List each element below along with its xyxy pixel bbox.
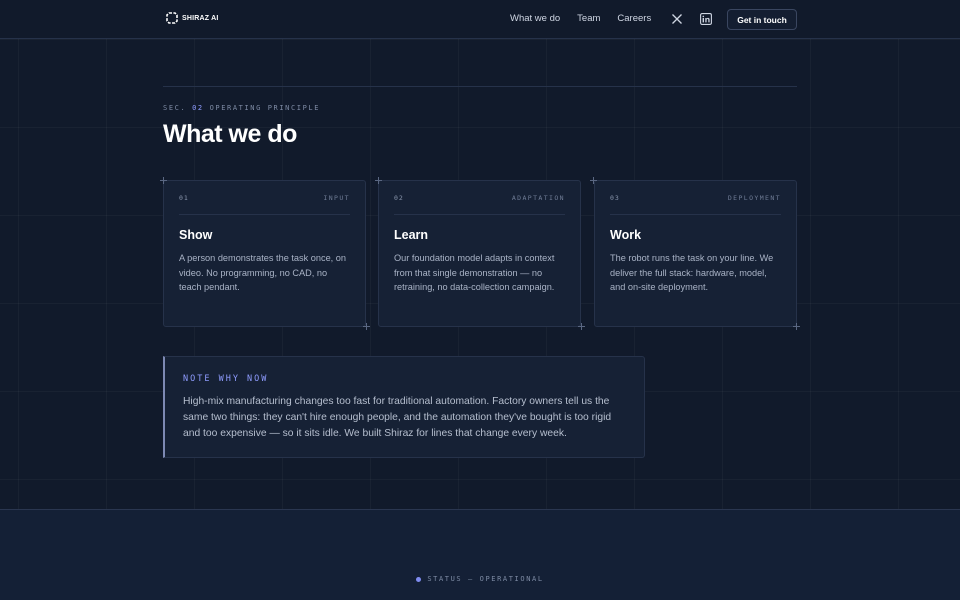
nav-item-careers[interactable]: Careers — [617, 13, 651, 24]
main-nav: What we do Team Careers — [510, 13, 651, 24]
card-body: A person demonstrates the task once, on … — [179, 253, 347, 293]
section-prefix: SEC. — [163, 104, 187, 112]
site-header: SHIRAZ AI What we do Team Careers Get in… — [0, 0, 960, 39]
step-card-learn: 02 ADAPTATION Learn Our foundation model… — [378, 180, 581, 327]
x-icon[interactable] — [669, 11, 685, 27]
nav-item-team[interactable]: Team — [577, 13, 600, 24]
nav-item-what-we-do[interactable]: What we do — [510, 13, 560, 24]
status-text: STATUS — OPERATIONAL — [427, 575, 544, 583]
card-header: 03 DEPLOYMENT — [610, 181, 781, 215]
site-footer — [0, 509, 960, 600]
card-title: Work — [610, 228, 642, 242]
linkedin-icon[interactable] — [698, 11, 714, 27]
card-header: 02 ADAPTATION — [394, 181, 565, 215]
why-now-note: NOTE WHY NOW High-mix manufacturing chan… — [163, 356, 645, 458]
crosshair-icon — [793, 323, 800, 330]
card-body: The robot runs the task on your line. We… — [610, 253, 774, 293]
note-body: High-mix manufacturing changes too fast … — [183, 396, 612, 439]
card-tag: ADAPTATION — [511, 193, 565, 202]
logo[interactable]: SHIRAZ AI — [166, 12, 219, 24]
crosshair-icon — [363, 323, 370, 330]
card-body: Our foundation model adapts in context f… — [394, 253, 555, 293]
crosshair-icon — [160, 177, 167, 184]
section-eyebrow: SEC. 02 OPERATING PRINCIPLE — [163, 104, 320, 112]
section-divider — [163, 86, 797, 87]
brand-name: SHIRAZ AI — [182, 14, 219, 22]
crosshair-icon — [375, 177, 382, 184]
card-title: Learn — [394, 228, 429, 242]
section-number: 02 — [192, 104, 204, 112]
crosshair-icon — [578, 323, 585, 330]
get-in-touch-button[interactable]: Get in touch — [727, 9, 797, 30]
section-label: OPERATING PRINCIPLE — [209, 104, 321, 112]
status-dot-icon — [416, 576, 422, 582]
card-number: 03 — [610, 193, 620, 202]
card-title: Show — [179, 228, 213, 242]
card-number: 01 — [179, 193, 189, 202]
status-indicator: STATUS — OPERATIONAL — [0, 575, 960, 583]
crosshair-icon — [590, 177, 597, 184]
step-card-show: 01 INPUT Show A person demonstrates the … — [163, 180, 366, 327]
step-card-work: 03 DEPLOYMENT Work The robot runs the ta… — [594, 180, 797, 327]
page-title: What we do — [163, 120, 297, 148]
card-tag: DEPLOYMENT — [727, 193, 781, 202]
card-header: 01 INPUT — [179, 181, 350, 215]
note-label: NOTE WHY NOW — [183, 374, 269, 384]
card-number: 02 — [394, 193, 404, 202]
logo-mark-icon — [166, 12, 178, 24]
card-tag: INPUT — [323, 193, 350, 202]
